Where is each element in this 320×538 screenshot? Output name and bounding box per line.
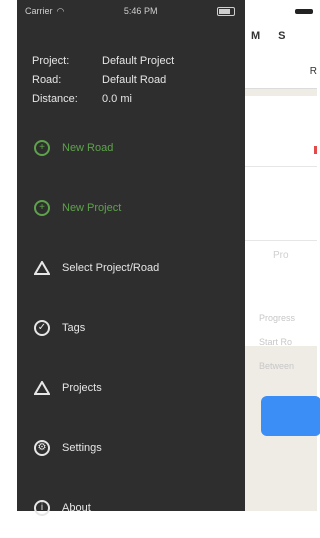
plus-circle-icon: + <box>32 198 52 218</box>
info-icon: i <box>32 498 52 518</box>
menu-item-settings[interactable]: ⚙ Settings <box>17 418 245 478</box>
menu-item-label: Settings <box>62 442 102 454</box>
meta-line: Between <box>259 361 295 371</box>
primary-action-button[interactable] <box>261 396 320 436</box>
status-right <box>245 0 317 22</box>
meta-line: Progress <box>259 313 296 323</box>
wifi-icon: ◠ <box>56 5 65 16</box>
card-label: Pro <box>273 250 289 261</box>
info-label: Road: <box>32 74 62 86</box>
menu-item-label: New Road <box>62 142 114 154</box>
nav-icons: M S <box>251 30 286 42</box>
menu-item-new-road[interactable]: + New Road <box>17 118 245 178</box>
map-button[interactable]: M <box>251 30 260 42</box>
info-row-project: Project: Default Project <box>32 52 245 71</box>
info-row-distance: Distance: 0.0 mi <box>32 90 245 109</box>
tag-circle-icon: ✓ <box>32 318 52 338</box>
triangle-icon <box>32 258 52 278</box>
triangle-icon <box>32 378 52 398</box>
drawer-menu: + New Road + New Project Select Project/… <box>17 118 245 538</box>
menu-item-label: Projects <box>62 382 102 394</box>
info-label: Project: <box>32 55 70 67</box>
time-label: 5:46 PM <box>123 6 158 16</box>
menu-item-label: About <box>62 502 91 514</box>
info-label: Distance: <box>32 93 78 105</box>
indicator-mark <box>314 146 317 154</box>
info-value: 0.0 mi <box>102 93 132 105</box>
menu-item-about[interactable]: i About <box>17 478 245 538</box>
plus-circle-icon: + <box>32 138 52 158</box>
menu-item-label: Tags <box>62 322 86 334</box>
carrier-label: Carrier <box>25 6 53 16</box>
divider <box>245 240 317 241</box>
status-bar: Carrier ◠ 5:46 PM <box>17 0 245 22</box>
menu-item-label: New Project <box>62 202 122 214</box>
settings-button[interactable]: S <box>278 30 285 42</box>
project-info: Project: Default Project Road: Default R… <box>17 22 245 109</box>
battery-icon <box>295 8 313 14</box>
meta-text: Progress Start Ro Between <box>259 306 295 378</box>
menu-item-tags[interactable]: ✓ Tags <box>17 298 245 358</box>
info-row-road: Road: Default Road <box>32 71 245 90</box>
gear-icon: ⚙ <box>32 438 52 458</box>
side-drawer: Carrier ◠ 5:46 PM Project: Default Proje… <box>17 0 245 516</box>
menu-item-select-project-road[interactable]: Select Project/Road <box>17 238 245 298</box>
meta-line: Start Ro <box>259 337 293 347</box>
nav-subtitle: R <box>309 66 317 77</box>
divider <box>245 166 317 167</box>
info-value: Default Project <box>102 55 175 67</box>
navigation-bar: M S R <box>245 0 317 89</box>
background-edge <box>0 0 17 511</box>
info-value: Default Road <box>102 74 167 86</box>
menu-item-label: Select Project/Road <box>62 262 160 274</box>
menu-item-new-project[interactable]: + New Project <box>17 178 245 238</box>
battery-icon <box>217 6 235 16</box>
menu-item-projects[interactable]: Projects <box>17 358 245 418</box>
main-content: M S R Pro Progress Start Ro Between <box>245 0 320 511</box>
